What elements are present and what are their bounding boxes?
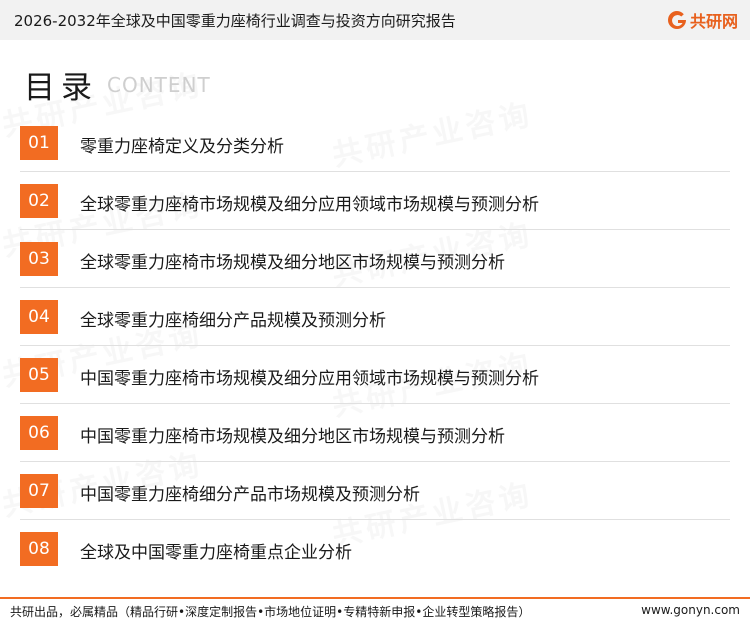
brand-name: 共研网 [689,12,738,31]
toc-item[interactable]: 01 零重力座椅定义及分类分析 [20,114,750,172]
toc-item[interactable]: 03 全球零重力座椅市场规模及细分地区市场规模与预测分析 [20,230,750,288]
toc-item-number: 02 [20,184,58,218]
toc-item-label: 全球零重力座椅市场规模及细分应用领域市场规模与预测分析 [80,195,539,215]
toc-item-label: 全球及中国零重力座椅重点企业分析 [80,543,352,563]
report-title: 2026-2032年全球及中国零重力座椅行业调查与投资方向研究报告 [14,12,456,30]
header-bar: 2026-2032年全球及中国零重力座椅行业调查与投资方向研究报告 共研网 [0,0,750,40]
toc-item-number: 07 [20,474,58,508]
toc-item[interactable]: 04 全球零重力座椅细分产品规模及预测分析 [20,288,750,346]
footer-url[interactable]: www.gonyn.com [641,603,740,617]
brand-logo-icon [667,11,686,29]
toc-item-label: 全球零重力座椅细分产品规模及预测分析 [80,311,386,331]
toc-item[interactable]: 07 中国零重力座椅细分产品市场规模及预测分析 [20,462,750,520]
toc-item-label: 零重力座椅定义及分类分析 [80,137,284,157]
toc-item-number: 03 [20,242,58,276]
toc-item-label: 中国零重力座椅市场规模及细分地区市场规模与预测分析 [80,427,505,447]
toc-item-label: 全球零重力座椅市场规模及细分地区市场规模与预测分析 [80,253,505,273]
toc-item-number: 05 [20,358,58,392]
toc-item-number: 08 [20,532,58,566]
toc-item[interactable]: 08 全球及中国零重力座椅重点企业分析 [20,520,750,578]
toc-item[interactable]: 06 中国零重力座椅市场规模及细分地区市场规模与预测分析 [20,404,750,462]
toc-item[interactable]: 05 中国零重力座椅市场规模及细分应用领域市场规模与预测分析 [20,346,750,404]
toc-item-label: 中国零重力座椅市场规模及细分应用领域市场规模与预测分析 [80,369,539,389]
brand-logo: 共研网 [666,8,738,32]
toc-item-number: 01 [20,126,58,160]
toc-item-number: 04 [20,300,58,334]
footer-slogan: 共研出品，必属精品（精品行研•深度定制报告•市场地位证明•专精特新申报•企业转型… [10,605,531,619]
toc-subtitle: CONTENT [107,73,211,97]
toc-title: 目录 [24,70,98,106]
footer: 共研出品，必属精品（精品行研•深度定制报告•市场地位证明•专精特新申报•企业转型… [0,599,750,622]
toc-item[interactable]: 02 全球零重力座椅市场规模及细分应用领域市场规模与预测分析 [20,172,750,230]
toc-item-number: 06 [20,416,58,450]
toc-item-label: 中国零重力座椅细分产品市场规模及预测分析 [80,485,420,505]
